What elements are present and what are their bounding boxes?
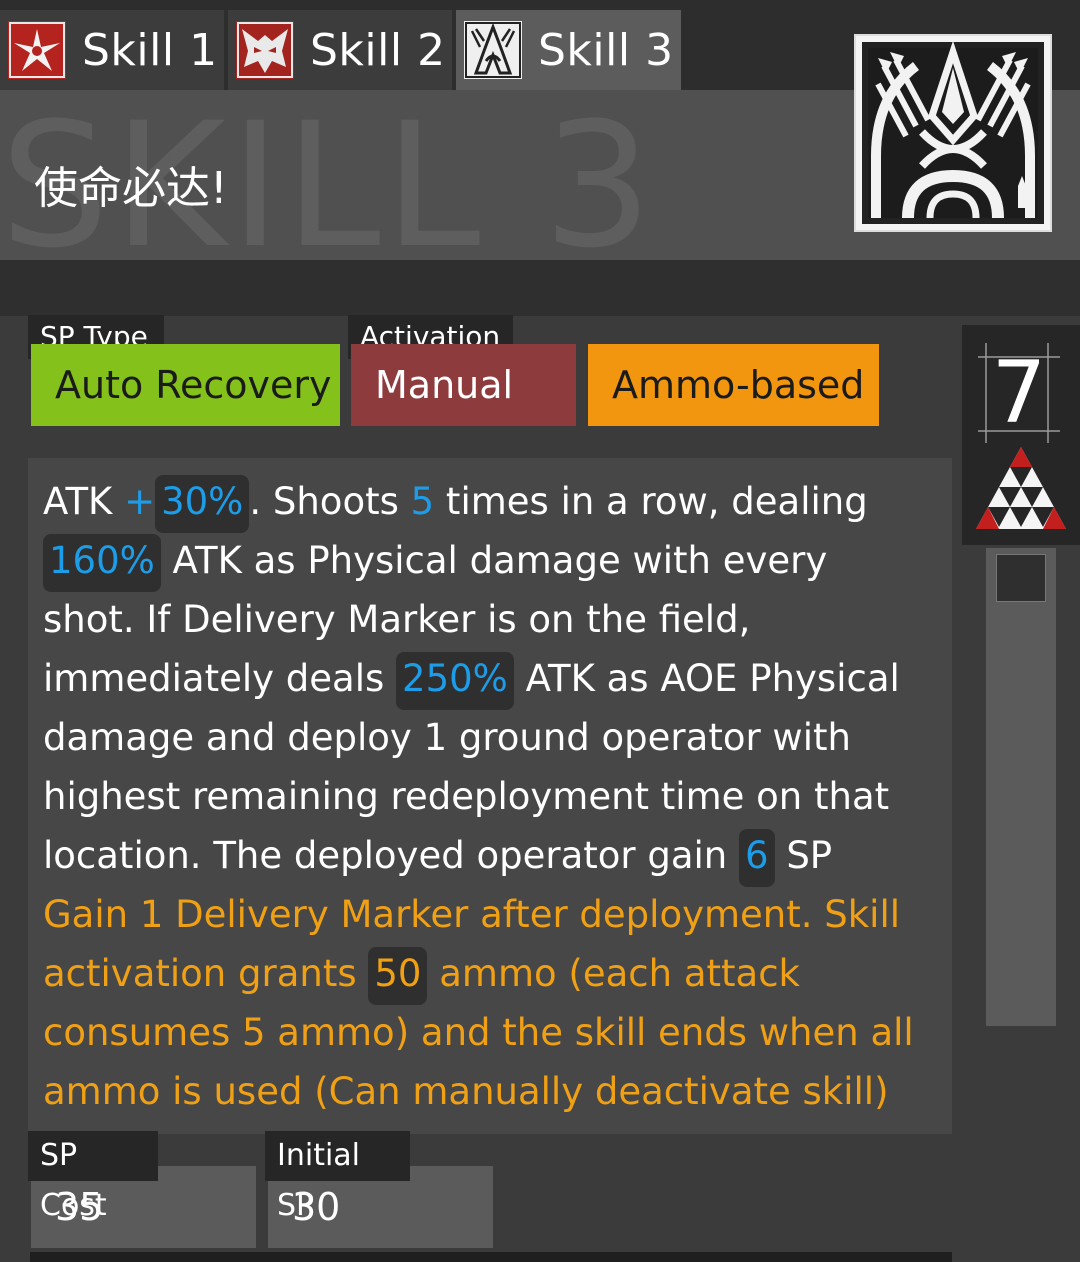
red-winged-emblem-icon	[8, 21, 66, 79]
value-highlight: 50	[368, 946, 428, 1005]
trait-line: activation grants 50 ammo (each attack	[43, 944, 936, 1005]
activation-badge: Manual	[351, 344, 576, 426]
value-highlight: 160%	[43, 533, 161, 592]
value-highlight: 6	[739, 828, 775, 887]
skill-level-panel[interactable]: 7	[962, 325, 1080, 545]
charge-type-badge: Ammo-based	[588, 344, 879, 426]
section-divider	[0, 260, 1080, 316]
bottom-bar	[30, 1252, 952, 1262]
white-arrow-crest-icon	[464, 21, 522, 79]
description-line: ATK +30%. Shoots 5 times in a row, deali…	[43, 472, 936, 533]
level-scroll-thumb[interactable]	[996, 554, 1046, 602]
trait-line: ammo is used (Can manually deactivate sk…	[43, 1070, 889, 1113]
sp-type-badge: Auto Recovery	[31, 344, 340, 426]
initial-sp-label: Initial SP	[265, 1131, 410, 1223]
skill-description: ATK +30%. Shoots 5 times in a row, deali…	[28, 458, 952, 1134]
tab-skill-1[interactable]: Skill 1	[0, 10, 224, 90]
skill-name: 使命必达!	[34, 163, 228, 214]
tab-skill-3[interactable]: Skill 3	[456, 10, 681, 90]
value-highlight: 250%	[396, 651, 514, 710]
description-line: location. The deployed operator gain 6 S…	[43, 826, 936, 887]
trait-line: Gain 1 Delivery Marker after deployment.…	[43, 893, 901, 936]
skill-level-value: 7	[991, 343, 1047, 443]
text: activation grants	[43, 952, 369, 995]
text: immediately deals	[43, 657, 397, 700]
sp-cost-label: SP Cost	[28, 1131, 158, 1223]
text: ATK	[43, 480, 125, 523]
text: ATK as Physical damage with every	[160, 539, 828, 582]
value-highlight: 5	[410, 480, 435, 523]
tab-label: Skill 2	[310, 24, 446, 76]
tab-skill-2[interactable]: Skill 2	[228, 10, 452, 90]
description-line: damage and deploy 1 ground operator with	[43, 716, 851, 759]
text: location. The deployed operator gain	[43, 834, 740, 877]
text: ammo (each attack	[427, 952, 800, 995]
description-line: 160% ATK as Physical damage with every	[43, 531, 936, 592]
description-line: highest remaining redeployment time on t…	[43, 775, 890, 818]
description-line: immediately deals 250% ATK as AOE Physic…	[43, 649, 936, 710]
text: . Shoots	[249, 480, 411, 523]
tab-label: Skill 3	[538, 24, 674, 76]
mastery-triangle-icon	[976, 447, 1066, 529]
red-beast-mask-icon	[236, 21, 294, 79]
text: ATK as AOE Physical	[513, 657, 900, 700]
arrow-crest-icon	[854, 34, 1052, 232]
tab-label: Skill 1	[82, 24, 218, 76]
text: times in a row, dealing	[434, 480, 868, 523]
trait-line: consumes 5 ammo) and the skill ends when…	[43, 1011, 914, 1054]
value-highlight: 30%	[155, 474, 250, 533]
plus-sign: +	[124, 480, 156, 523]
level-scroll-track[interactable]	[986, 548, 1056, 1026]
text: SP	[774, 834, 833, 877]
description-line: shot. If Delivery Marker is on the field…	[43, 598, 751, 641]
